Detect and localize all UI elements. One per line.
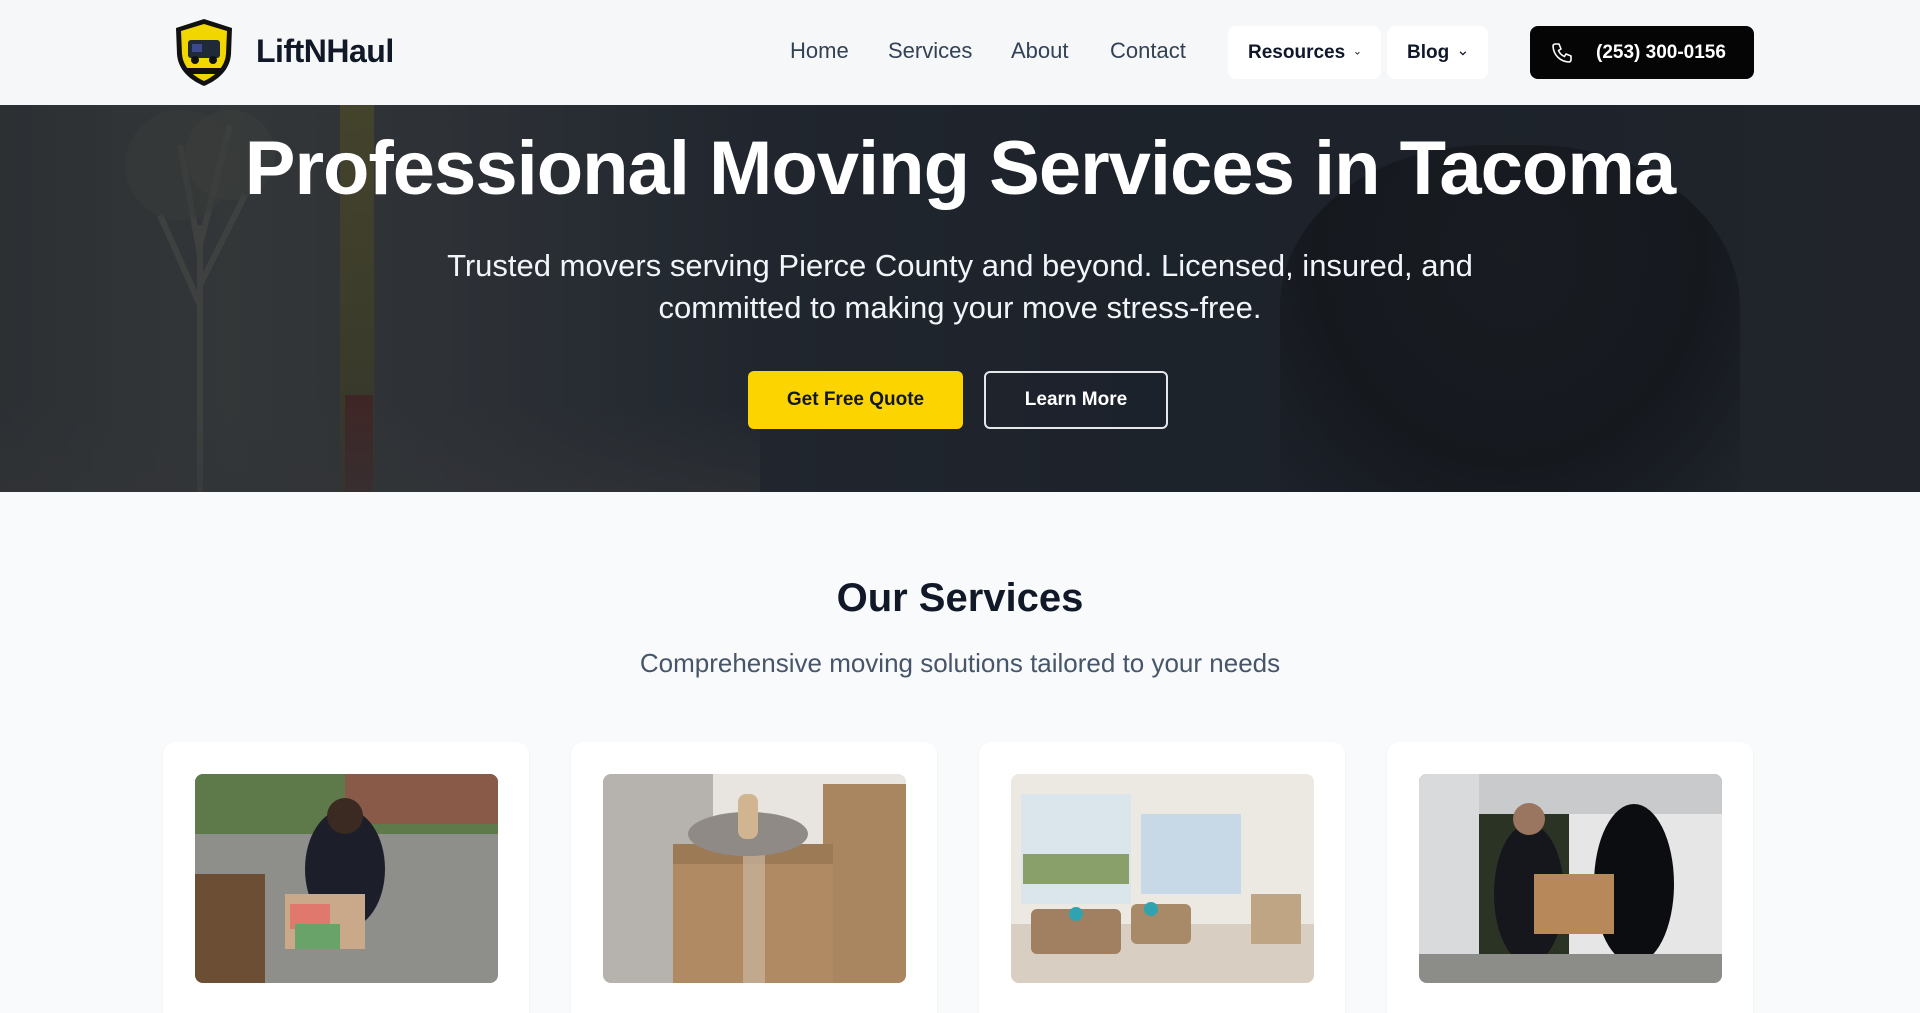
hero-subtitle: Trusted movers serving Pierce County and… — [447, 248, 1473, 325]
learn-more-button[interactable]: Learn More — [984, 371, 1168, 429]
service-image-living-room — [1011, 774, 1314, 983]
service-image-packing-box — [603, 774, 906, 983]
blog-dropdown[interactable]: Blog — [1387, 26, 1488, 79]
hero-section: Professional Moving Services in Tacoma T… — [0, 105, 1920, 492]
service-card[interactable] — [979, 742, 1345, 1013]
service-card[interactable] — [1387, 742, 1753, 1013]
phone-icon — [1552, 42, 1572, 63]
service-image-loading-van — [1419, 774, 1722, 983]
resources-label: Resources — [1248, 41, 1346, 63]
blog-label: Blog — [1407, 41, 1450, 63]
service-card[interactable] — [571, 742, 937, 1013]
get-free-quote-button[interactable]: Get Free Quote — [748, 371, 963, 429]
service-card[interactable] — [163, 742, 529, 1013]
nav-about[interactable]: About — [1011, 38, 1069, 64]
site-header: LiftNHaul Home Services About Contact Re… — [0, 0, 1920, 105]
services-subtitle: Comprehensive moving solutions tailored … — [639, 648, 1281, 678]
chevron-down-icon — [1459, 50, 1467, 56]
chevron-down-icon — [1355, 51, 1360, 55]
shield-logo-icon[interactable] — [168, 16, 240, 88]
services-title: Our Services — [836, 576, 1084, 620]
nav-services[interactable]: Services — [888, 38, 972, 64]
resources-dropdown[interactable]: Resources — [1228, 26, 1381, 79]
nav-contact[interactable]: Contact — [1110, 38, 1186, 64]
hero-title: Professional Moving Services in Tacoma — [244, 126, 1676, 211]
nav-home[interactable]: Home — [790, 38, 849, 64]
phone-number: (253) 300-0156 — [1596, 41, 1726, 63]
brand-name[interactable]: LiftNHaul — [256, 33, 394, 70]
service-image-mover-carrying-box — [195, 774, 498, 983]
phone-button[interactable]: (253) 300-0156 — [1530, 26, 1754, 79]
